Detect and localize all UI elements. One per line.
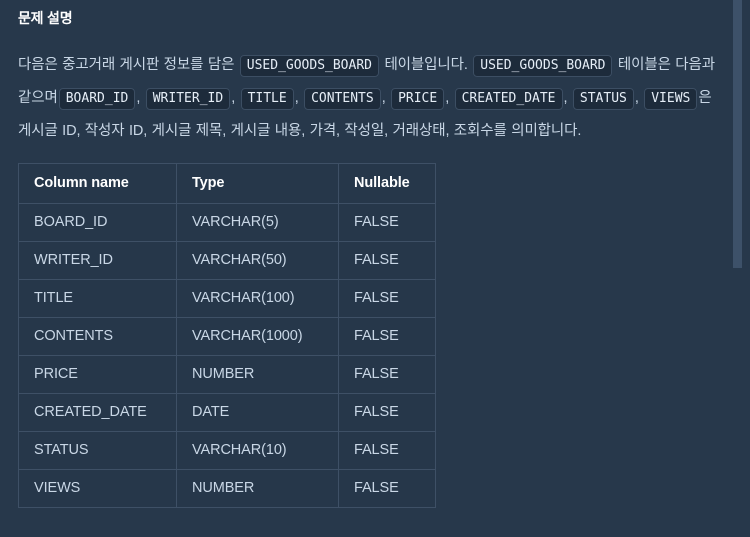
cell-column-name: BOARD_ID [18,202,177,242]
cell-type: VARCHAR(1000) [176,316,339,356]
table-row: CONTENTS VARCHAR(1000) FALSE [18,316,436,356]
code-chip-created-date: CREATED_DATE [454,87,563,110]
column-header-type: Type [176,162,339,204]
table-body: BOARD_ID VARCHAR(5) FALSE WRITER_ID VARC… [18,202,436,508]
column-header-column-name: Column name [18,162,177,204]
cell-nullable: FALSE [338,202,436,242]
cell-nullable: FALSE [338,316,436,356]
cell-type: DATE [176,392,339,432]
comma-separator: , [294,89,299,106]
cell-type: VARCHAR(10) [176,430,339,470]
problem-description-text: 다음은 중고거래 게시판 정보를 담은 USED_GOODS_BOARD 테이블… [18,49,718,147]
table-header: Column name Type Nullable [18,162,436,204]
comma-separator: , [381,89,386,106]
comma-separator: , [231,89,236,106]
code-chip-used-goods-board: USED_GOODS_BOARD [239,54,379,77]
cell-nullable: FALSE [338,430,436,470]
cell-type: VARCHAR(100) [176,278,339,318]
cell-nullable: FALSE [338,392,436,432]
scrollbar-thumb[interactable] [733,0,742,268]
comma-separator: , [563,89,568,106]
schema-table: Column name Type Nullable BOARD_ID VARCH… [18,162,436,508]
table-row: WRITER_ID VARCHAR(50) FALSE [18,240,436,280]
code-chip-price: PRICE [391,87,445,110]
code-chip-views: VIEWS [644,87,698,110]
table-row: CREATED_DATE DATE FALSE [18,392,436,432]
vertical-scrollbar[interactable] [733,0,742,537]
cell-column-name: WRITER_ID [18,240,177,280]
cell-column-name: PRICE [18,354,177,394]
cell-column-name: CONTENTS [18,316,177,356]
code-chip-used-goods-board-2: USED_GOODS_BOARD [473,54,613,77]
cell-column-name: TITLE [18,278,177,318]
cell-nullable: FALSE [338,278,436,318]
table-row: VIEWS NUMBER FALSE [18,468,436,508]
problem-description-panel: 문제 설명 다음은 중고거래 게시판 정보를 담은 USED_GOODS_BOA… [0,0,750,537]
code-chip-contents: CONTENTS [304,87,381,110]
cell-type: NUMBER [176,354,339,394]
description-line1-prefix: 다음은 중고거래 게시판 정보를 담은 [18,56,235,73]
column-header-nullable: Nullable [338,162,436,204]
page-title: 문제 설명 [18,10,73,26]
code-chip-title: TITLE [240,87,294,110]
table-header-row: Column name Type Nullable [18,162,436,204]
comma-separator: , [136,89,141,106]
comma-separator: , [634,89,639,106]
code-chip-board-id: BOARD_ID [58,87,136,110]
table-row: PRICE NUMBER FALSE [18,354,436,394]
table-row: TITLE VARCHAR(100) FALSE [18,278,436,318]
cell-column-name: STATUS [18,430,177,470]
cell-type: VARCHAR(50) [176,240,339,280]
comma-separator: , [445,89,450,106]
cell-column-name: CREATED_DATE [18,392,177,432]
cell-type: NUMBER [176,468,339,508]
table-row: STATUS VARCHAR(10) FALSE [18,430,436,470]
cell-nullable: FALSE [338,240,436,280]
cell-column-name: VIEWS [18,468,177,508]
cell-type: VARCHAR(5) [176,202,339,242]
cell-nullable: FALSE [338,468,436,508]
content-area: 문제 설명 다음은 중고거래 게시판 정보를 담은 USED_GOODS_BOA… [0,0,726,508]
cell-nullable: FALSE [338,354,436,394]
code-chip-writer-id: WRITER_ID [145,87,231,110]
table-row: BOARD_ID VARCHAR(5) FALSE [18,202,436,242]
code-chip-status: STATUS [572,87,634,110]
description-line1-suffix: 테이블입니다. [384,56,468,73]
